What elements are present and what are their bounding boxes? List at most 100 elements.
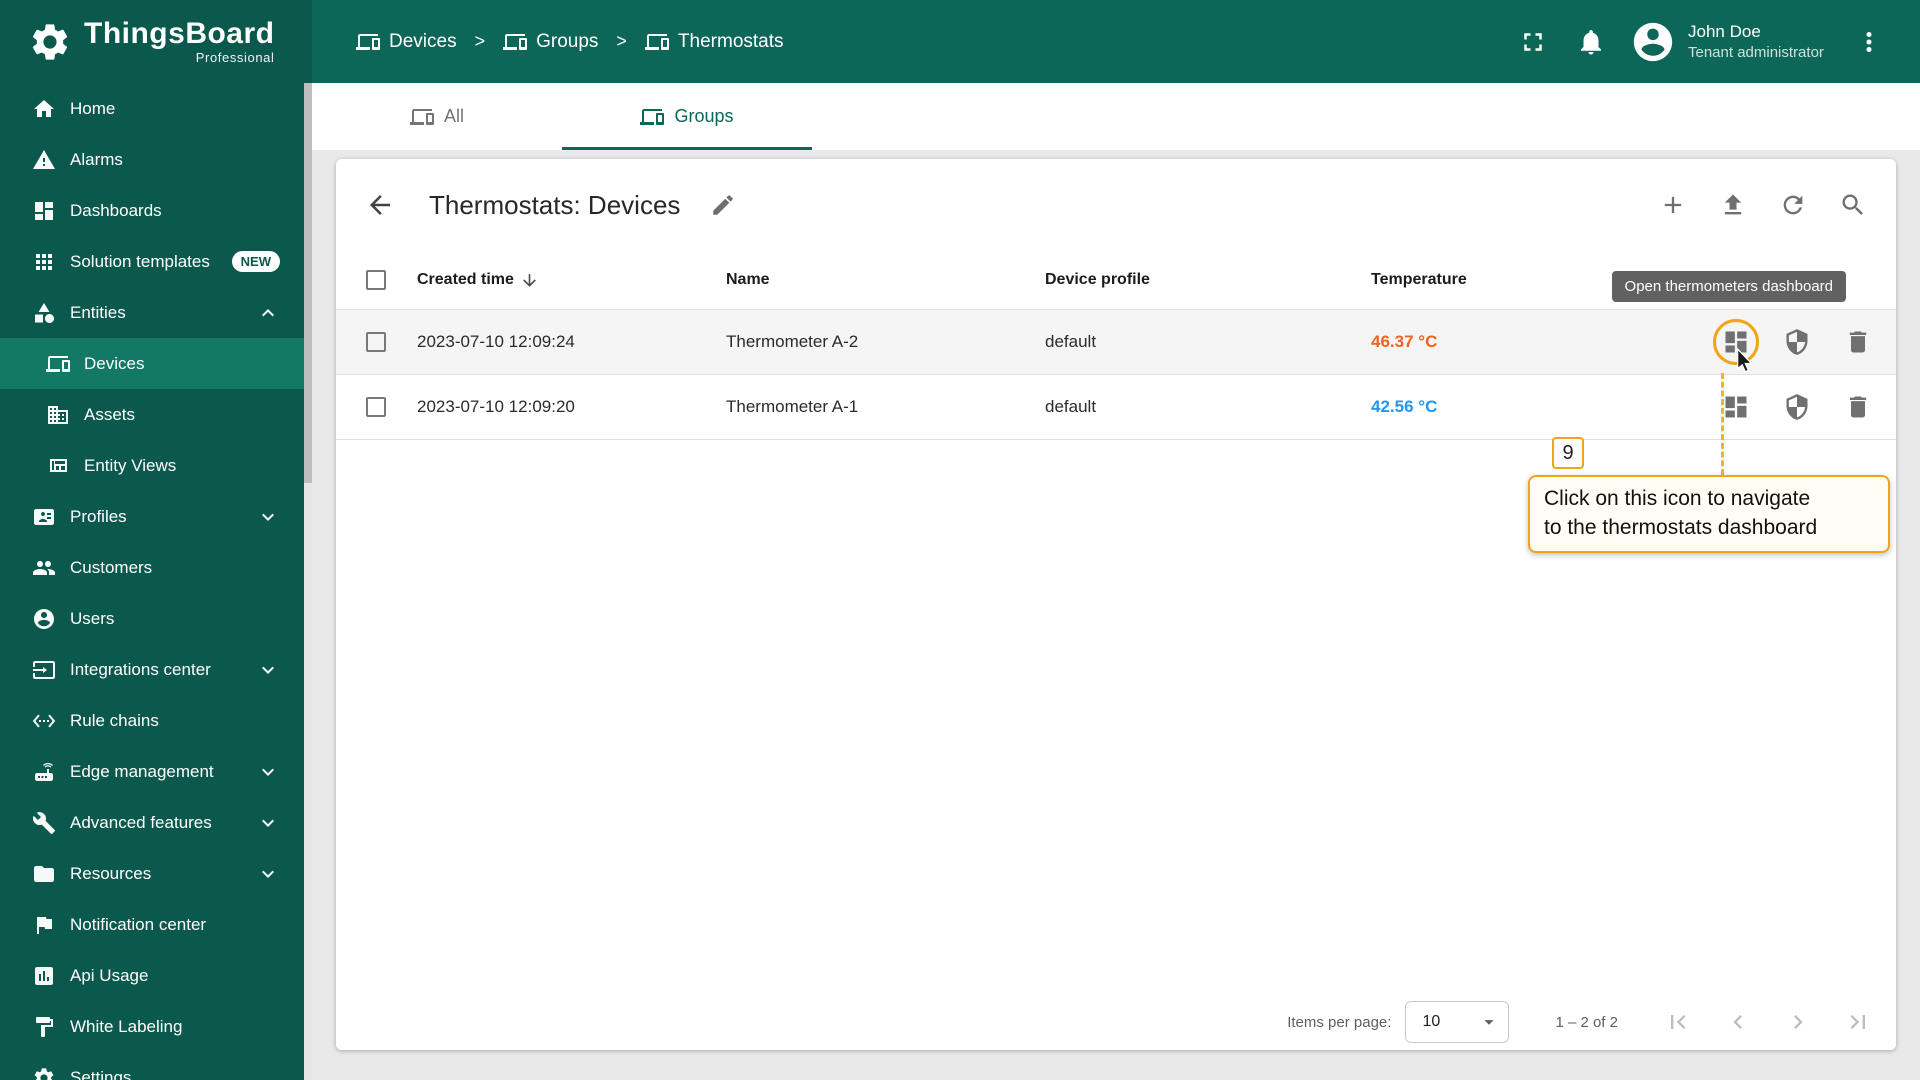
sidebar-item-rule-chains[interactable]: Rule chains <box>0 695 304 746</box>
user-role: Tenant administrator <box>1688 43 1824 61</box>
sidebar-item-customers[interactable]: Customers <box>0 542 304 593</box>
app-title: ThingsBoard <box>84 17 275 51</box>
breadcrumb-label: Thermostats <box>677 30 784 52</box>
next-page-button[interactable] <box>1784 1008 1812 1036</box>
sidebar-item-label: White Labeling <box>70 1016 183 1036</box>
logo[interactable]: ThingsBoard Professional <box>0 0 312 83</box>
sidebar-item-label: Dashboards <box>70 200 162 220</box>
back-button[interactable] <box>365 190 395 220</box>
sidebar-item-white-labeling[interactable]: White Labeling <box>0 1001 304 1052</box>
sidebar-item-api-usage[interactable]: Api Usage <box>0 950 304 1001</box>
sidebar-item-label: Edge management <box>70 761 214 781</box>
sidebar-item-integrations-center[interactable]: Integrations center <box>0 644 304 695</box>
select-all-checkbox[interactable] <box>366 270 386 290</box>
open-dashboard-button[interactable] <box>1722 393 1750 421</box>
cell-name: Thermometer A-1 <box>726 397 859 416</box>
sidebar-item-dashboards[interactable]: Dashboards <box>0 185 304 236</box>
sidebar-item-assets[interactable]: Assets <box>0 389 304 440</box>
row-checkbox[interactable] <box>366 397 386 417</box>
sidebar-scrollbar-thumb[interactable] <box>304 83 312 483</box>
sidebar-item-label: Notification center <box>70 914 207 934</box>
avatar[interactable] <box>1630 19 1676 65</box>
category-icon <box>32 301 56 325</box>
column-created-time[interactable]: Created time <box>417 271 514 289</box>
breadcrumb-item-devices[interactable]: Devices <box>356 30 457 54</box>
white-labeling-icon <box>32 1015 56 1039</box>
first-page-button[interactable] <box>1664 1008 1692 1036</box>
thingsboard-logo-icon <box>28 20 72 64</box>
tab-label: All <box>443 106 464 126</box>
sidebar-item-resources[interactable]: Resources <box>0 848 304 899</box>
tab-all[interactable]: All <box>312 83 562 150</box>
column-name[interactable]: Name <box>726 271 1045 289</box>
sidebar-item-devices[interactable]: Devices <box>0 338 304 389</box>
sidebar-scrollbar[interactable] <box>304 83 312 1080</box>
search-button[interactable] <box>1839 191 1867 219</box>
refresh-button[interactable] <box>1779 191 1807 219</box>
delete-button[interactable] <box>1844 328 1872 356</box>
annotation-callout: Click on this icon to navigate to the th… <box>1528 475 1890 553</box>
items-per-page-select[interactable]: 10 <box>1405 1001 1510 1043</box>
new-badge: NEW <box>231 251 280 272</box>
sidebar-item-label: Alarms <box>70 149 123 169</box>
cell-created-time: 2023-07-10 12:09:20 <box>417 397 575 416</box>
chevron-up-icon <box>256 301 280 325</box>
notification-icon <box>32 913 56 937</box>
rule-chains-icon <box>32 709 56 733</box>
sidebar-item-label: Entities <box>70 302 126 322</box>
apps-icon <box>32 250 56 274</box>
more-menu-button[interactable] <box>1854 27 1884 57</box>
last-page-button[interactable] <box>1844 1008 1872 1036</box>
entity-views-icon <box>46 454 70 478</box>
table-row[interactable]: 2023-07-10 12:09:24 Thermometer A-2 defaul… <box>336 310 1896 375</box>
annotation-connector-line <box>1721 373 1724 475</box>
sidebar-item-profiles[interactable]: Profiles <box>0 491 304 542</box>
sidebar-item-edge-management[interactable]: Edge management <box>0 746 304 797</box>
sidebar-item-home[interactable]: Home <box>0 83 304 134</box>
cell-created-time: 2023-07-10 12:09:24 <box>417 332 575 351</box>
sidebar-item-solution-templates[interactable]: Solution templates NEW <box>0 236 304 287</box>
sidebar-item-settings[interactable]: Settings <box>0 1052 304 1080</box>
sidebar-item-label: Users <box>70 608 115 628</box>
fullscreen-button[interactable] <box>1518 27 1548 57</box>
cell-temperature: 46.37 °C <box>1371 332 1438 351</box>
breadcrumb-item-thermostats[interactable]: Thermostats <box>644 30 784 54</box>
notifications-bell-button[interactable] <box>1576 27 1606 57</box>
sidebar-item-label: Devices <box>84 353 145 373</box>
sidebar-item-label: Entity Views <box>84 455 177 475</box>
sidebar-item-label: Integrations center <box>70 659 211 679</box>
tab-groups[interactable]: Groups <box>562 83 812 150</box>
row-checkbox[interactable] <box>366 332 386 352</box>
resources-icon <box>32 862 56 886</box>
annotation-text-line1: Click on this icon to navigate <box>1544 487 1811 510</box>
sidebar-item-label: Customers <box>70 557 153 577</box>
sidebar-item-notification-center[interactable]: Notification center <box>0 899 304 950</box>
sidebar-item-entity-views[interactable]: Entity Views <box>0 440 304 491</box>
edit-title-button[interactable] <box>710 192 736 218</box>
column-device-profile[interactable]: Device profile <box>1045 271 1371 289</box>
tabbar: All Groups <box>312 83 1920 150</box>
cell-device-profile: default <box>1045 397 1097 416</box>
sidebar-item-label: Rule chains <box>70 710 159 730</box>
prev-page-button[interactable] <box>1724 1008 1752 1036</box>
page-range: 1 – 2 of 2 <box>1555 1013 1618 1031</box>
advanced-icon <box>32 811 56 835</box>
table-row[interactable]: 2023-07-10 12:09:20 Thermometer A-1 defaul… <box>336 375 1896 440</box>
sort-desc-icon[interactable] <box>520 271 539 290</box>
sidebar-item-label: Solution templates <box>70 251 210 271</box>
paginator: Items per page: 10 1 – 2 of 2 <box>336 994 1896 1050</box>
top-header: ThingsBoard Professional Devices > Groups >… <box>0 0 1920 83</box>
user-name: John Doe <box>1688 21 1761 41</box>
add-button[interactable] <box>1659 191 1687 219</box>
sidebar-item-users[interactable]: Users <box>0 593 304 644</box>
security-button[interactable] <box>1783 393 1811 421</box>
sidebar-item-advanced-features[interactable]: Advanced features <box>0 797 304 848</box>
sidebar-item-entities[interactable]: Entities <box>0 287 304 338</box>
sidebar-item-alarms[interactable]: Alarms <box>0 134 304 185</box>
import-button[interactable] <box>1719 191 1747 219</box>
delete-button[interactable] <box>1844 393 1872 421</box>
sidebar-item-label: Api Usage <box>70 965 149 985</box>
security-button[interactable] <box>1783 328 1811 356</box>
breadcrumb-item-groups[interactable]: Groups <box>503 30 598 54</box>
cell-temperature: 42.56 °C <box>1371 397 1438 416</box>
